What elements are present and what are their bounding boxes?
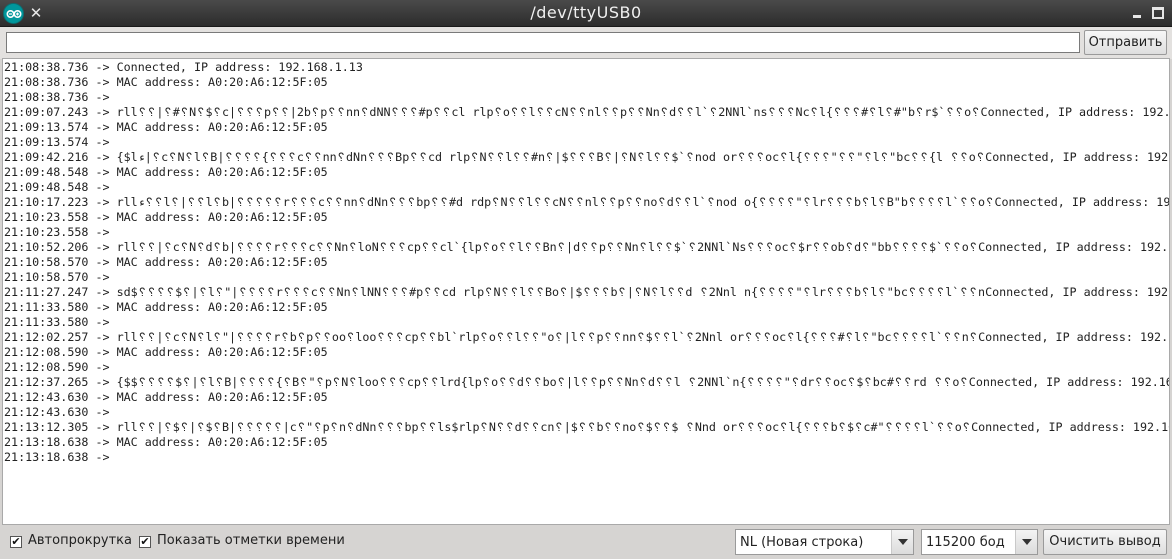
log-line: 21:10:23.558 -> — [4, 225, 110, 239]
title-bar: ✕ /dev/ttyUSB0 — [0, 0, 1172, 27]
log-line: 21:12:43.630 -> MAC address: A0:20:A6:12… — [4, 390, 328, 404]
log-line: 21:08:38.736 -> MAC address: A0:20:A6:12… — [4, 75, 328, 89]
line-ending-value: NL (Новая строка) — [740, 535, 864, 550]
log-line: 21:11:33.580 -> — [4, 315, 110, 329]
clear-output-button[interactable]: Очистить вывод — [1043, 529, 1167, 555]
log-line: 21:10:23.558 -> MAC address: A0:20:A6:12… — [4, 210, 328, 224]
log-line: 21:11:33.580 -> MAC address: A0:20:A6:12… — [4, 300, 328, 314]
chevron-down-icon — [1015, 530, 1037, 554]
log-line: 21:08:38.736 -> Connected, IP address: 1… — [4, 60, 363, 74]
send-bar: Отправить — [0, 27, 1172, 59]
minimize-icon[interactable] — [1130, 6, 1144, 20]
line-ending-select[interactable]: NL (Новая строка) — [735, 529, 914, 555]
chevron-down-icon — [891, 530, 913, 554]
log-line: 21:08:38.736 -> — [4, 90, 110, 104]
log-line: 21:09:48.548 -> — [4, 180, 110, 194]
log-line: 21:13:12.305 -> rll␦␦|␦$␦|␦$␦B|␦␦␦␦␦|c␦"… — [4, 420, 1170, 434]
log-line: 21:10:58.570 -> MAC address: A0:20:A6:12… — [4, 255, 328, 269]
timestamp-label: Показать отметки времени — [157, 533, 345, 548]
serial-log: 21:08:38.736 -> Connected, IP address: 1… — [4, 60, 1170, 465]
log-line: 21:12:08.590 -> MAC address: A0:20:A6:12… — [4, 345, 328, 359]
log-line: 21:09:13.574 -> — [4, 135, 110, 149]
autoscroll-label: Автопрокрутка — [28, 533, 132, 548]
footer-bar: ✔ Автопрокрутка ✔ Показать отметки време… — [0, 526, 1172, 559]
log-line: 21:10:52.206 -> rll␦␦|␦c␦N␦d␦b|␦␦␦␦r␦␦␦c… — [4, 240, 1170, 254]
log-line: 21:12:37.265 -> {$$␦␦␦␦$␦|␦l␦B|␦␦␦␦{␦B␦"… — [4, 375, 1170, 389]
window-title: /dev/ttyUSB0 — [530, 3, 642, 22]
serial-output[interactable]: 21:08:38.736 -> Connected, IP address: 1… — [2, 58, 1170, 525]
log-line: 21:09:07.243 -> rll␦␦|␦#␦N␦$␦c|␦␦␦p␦␦|2b… — [4, 105, 1170, 119]
log-line: 21:12:08.590 -> — [4, 360, 110, 374]
log-line: 21:10:58.570 -> — [4, 270, 110, 284]
log-line: 21:12:43.630 -> — [4, 405, 110, 419]
send-input[interactable] — [6, 32, 1080, 53]
log-line: 21:11:27.247 -> sd$␦␦␦␦$␦|␦l␦"|␦␦␦␦r␦␦␦c… — [4, 285, 1170, 299]
timestamp-checkbox[interactable]: ✔ — [139, 536, 151, 548]
send-button[interactable]: Отправить — [1084, 30, 1167, 55]
autoscroll-checkbox[interactable]: ✔ — [10, 536, 22, 548]
log-line: 21:09:13.574 -> MAC address: A0:20:A6:12… — [4, 120, 328, 134]
maximize-icon[interactable] — [1152, 7, 1164, 19]
log-line: 21:13:18.638 -> — [4, 450, 110, 464]
log-line: 21:12:02.257 -> rll␦␦|␦c␦N␦l␦"|␦␦␦␦r␦b␦p… — [4, 330, 1170, 344]
baud-rate-select[interactable]: 115200 бод — [921, 529, 1038, 555]
log-line: 21:09:42.216 -> {$lء|␦c␦N␦l␦B|␦␦␦␦{␦␦␦c␦… — [4, 150, 1170, 164]
log-line: 21:13:18.638 -> MAC address: A0:20:A6:12… — [4, 435, 328, 449]
baud-rate-value: 115200 бод — [926, 535, 1005, 550]
log-line: 21:09:48.548 -> MAC address: A0:20:A6:12… — [4, 165, 328, 179]
log-line: 21:10:17.223 -> rllء␦␦l␦|␦␦l␦b|␦␦␦␦␦r␦␦␦… — [4, 195, 1170, 209]
